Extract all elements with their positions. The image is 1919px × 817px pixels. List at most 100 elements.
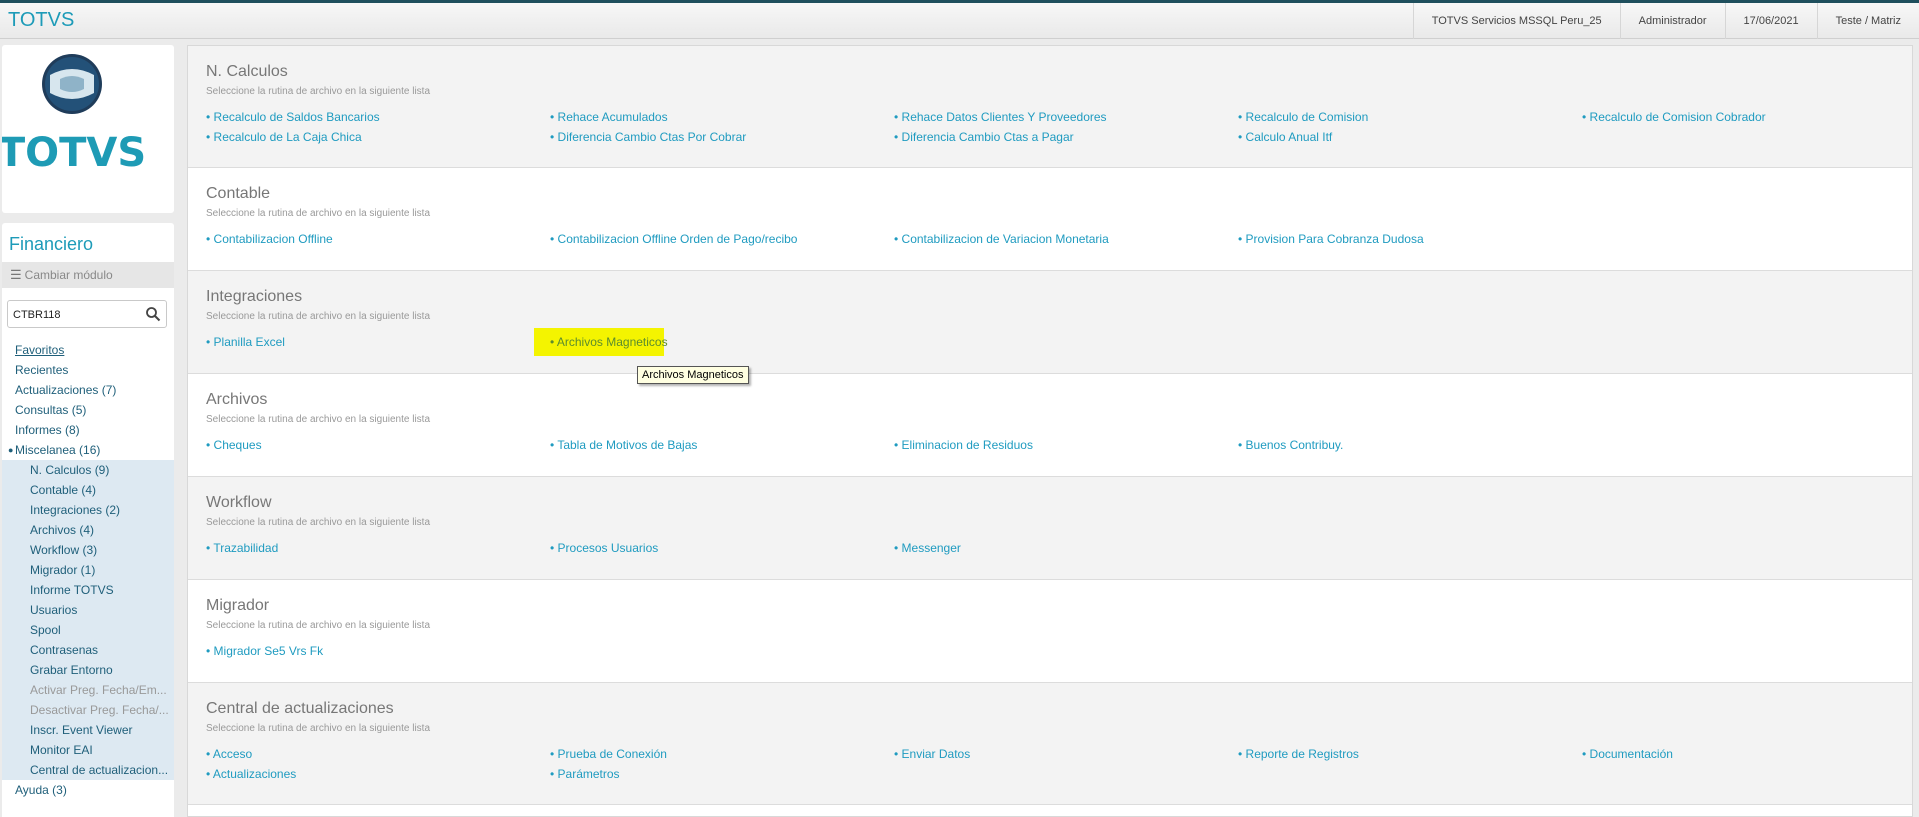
routine-link[interactable]: • Recalculo de Saldos Bancarios	[206, 107, 550, 127]
totvs-logo: TOTVS	[2, 54, 146, 176]
user-label[interactable]: Administrador	[1619, 3, 1725, 39]
section-workflow: Workflow Seleccione la rutina de archivo…	[188, 477, 1912, 580]
search-box	[7, 300, 167, 329]
link-list: • Acceso • Prueba de Conexión • Enviar D…	[206, 744, 1894, 784]
routine-link[interactable]: • Enviar Datos	[894, 744, 1238, 764]
routine-link[interactable]: • Messenger	[894, 538, 1238, 558]
section-contable: Contable Seleccione la rutina de archivo…	[188, 168, 1912, 271]
sidebar-subitem[interactable]: Grabar Entorno	[2, 660, 174, 680]
section-subtitle: Seleccione la rutina de archivo en la si…	[206, 517, 431, 528]
sidebar-subitem[interactable]: Migrador (1)	[2, 560, 174, 580]
sidebar-item-consultas[interactable]: Consultas (5)	[2, 400, 174, 420]
search-input[interactable]	[8, 301, 143, 329]
sidebar-subitem[interactable]: Monitor EAI	[2, 740, 174, 760]
search-icon[interactable]	[145, 306, 161, 322]
sidebar-item-label: Favoritos	[15, 343, 65, 357]
app-title: TOTVS	[8, 9, 75, 31]
section-title: Central de actualizaciones	[206, 700, 394, 717]
sidebar-item-actualizaciones[interactable]: Actualizaciones (7)	[2, 380, 174, 400]
change-module-button[interactable]: ☰ Cambiar módulo	[2, 262, 174, 288]
routine-link[interactable]: • Contabilizacion Offline	[206, 229, 550, 249]
routine-link[interactable]: • Tabla de Motivos de Bajas	[550, 435, 894, 455]
sidebar-item-ayuda[interactable]: Ayuda (3)	[2, 780, 174, 800]
routine-link[interactable]: • Acceso	[206, 744, 550, 764]
logo-text: TOTVS	[2, 130, 146, 176]
routine-link[interactable]: • Recalculo de La Caja Chica	[206, 127, 550, 147]
routine-link[interactable]: • Contabilizacion de Variacion Monetaria	[894, 229, 1238, 249]
link-list: • Migrador Se5 Vrs Fk	[206, 641, 1894, 661]
section-subtitle: Seleccione la rutina de archivo en la si…	[206, 86, 431, 97]
sidebar-item-label: Actualizaciones (7)	[15, 383, 117, 397]
routine-link[interactable]: • Migrador Se5 Vrs Fk	[206, 641, 550, 661]
menu-icon: ☰	[10, 267, 22, 282]
sidebar: Financiero ☰Cambiar módulo Favoritos Rec…	[2, 223, 174, 817]
routine-link[interactable]: • Rehace Acumulados	[550, 107, 894, 127]
section-integraciones: Integraciones Seleccione la rutina de ar…	[188, 271, 1912, 374]
sidebar-subitem[interactable]: Informe TOTVS	[2, 580, 174, 600]
routine-link[interactable]: • Provision Para Cobranza Dudosa	[1238, 229, 1582, 249]
sidebar-subitem[interactable]: N. Calculos (9)	[2, 460, 174, 480]
link-list: • Planilla Excel • Archivos Magneticos	[206, 328, 1894, 356]
sidebar-subitem[interactable]: Integraciones (2)	[2, 500, 174, 520]
sidebar-subitem[interactable]: Archivos (4)	[2, 520, 174, 540]
sidebar-subitem[interactable]: Contrasenas	[2, 640, 174, 660]
sidebar-item-label: Miscelanea (16)	[15, 443, 101, 457]
environment-label[interactable]: TOTVS Servicios MSSQL Peru_25	[1412, 3, 1620, 39]
sidebar-nav: Favoritos Recientes Actualizaciones (7) …	[2, 340, 174, 800]
sidebar-subitem[interactable]: Workflow (3)	[2, 540, 174, 560]
routine-link[interactable]: • Eliminacion de Residuos	[894, 435, 1238, 455]
section-central-actualizaciones: Central de actualizaciones Seleccione la…	[188, 683, 1912, 805]
sidebar-item-informes[interactable]: Informes (8)	[2, 420, 174, 440]
sidebar-subitem[interactable]: Usuarios	[2, 600, 174, 620]
routine-link[interactable]: • Cheques	[206, 435, 550, 455]
sidebar-subitem[interactable]: Spool	[2, 620, 174, 640]
expanded-bullet-icon: ●	[8, 445, 14, 455]
sidebar-item-favoritos[interactable]: Favoritos	[2, 340, 174, 360]
routine-link[interactable]: • Parámetros	[550, 764, 894, 784]
sidebar-subitems: N. Calculos (9) Contable (4) Integracion…	[2, 460, 174, 780]
sidebar-subitem[interactable]: Inscr. Event Viewer	[2, 720, 174, 740]
header-info: TOTVS Servicios MSSQL Peru_25 Administra…	[1412, 3, 1919, 39]
logo-panel: TOTVS	[2, 45, 174, 213]
routine-link[interactable]: • Diferencia Cambio Ctas Por Cobrar	[550, 127, 894, 147]
section-title: Migrador	[206, 597, 270, 614]
section-migrador: Migrador Seleccione la rutina de archivo…	[188, 580, 1912, 683]
section-subtitle: Seleccione la rutina de archivo en la si…	[206, 723, 431, 734]
section-n-calculos: N. Calculos Seleccione la rutina de arch…	[188, 46, 1912, 168]
routine-link[interactable]: • Buenos Contribuy.	[1238, 435, 1582, 455]
date-label[interactable]: 17/06/2021	[1724, 3, 1817, 39]
sidebar-item-label: Consultas (5)	[15, 403, 87, 417]
sidebar-subitem[interactable]: Contable (4)	[2, 480, 174, 500]
routine-link[interactable]: • Documentación	[1582, 744, 1912, 764]
change-module-label: Cambiar módulo	[24, 268, 113, 282]
tooltip: Archivos Magneticos	[637, 366, 749, 384]
routine-link-highlighted[interactable]: • Archivos Magneticos	[534, 328, 668, 356]
sidebar-item-label: Ayuda (3)	[15, 783, 67, 797]
section-title: N. Calculos	[206, 63, 288, 80]
app-header: TOTVS TOTVS Servicios MSSQL Peru_25 Admi…	[0, 3, 1919, 39]
sidebar-item-miscelanea[interactable]: ● Miscelanea (16)	[2, 440, 174, 460]
sidebar-item-label: Informes (8)	[15, 423, 80, 437]
routine-link[interactable]: • Rehace Datos Clientes Y Proveedores	[894, 107, 1238, 127]
routine-link[interactable]: • Recalculo de Comision Cobrador	[1582, 107, 1912, 127]
routine-link[interactable]: • Planilla Excel	[206, 332, 550, 352]
routine-link[interactable]: • Calculo Anual Itf	[1238, 127, 1582, 147]
routine-link[interactable]: • Reporte de Registros	[1238, 744, 1582, 764]
link-list: • Contabilizacion Offline • Contabilizac…	[206, 229, 1894, 249]
section-title: Integraciones	[206, 288, 303, 305]
routine-link[interactable]: • Prueba de Conexión	[550, 744, 894, 764]
routine-link[interactable]: • Recalculo de Comision	[1238, 107, 1582, 127]
section-archivos: Archivos Seleccione la rutina de archivo…	[188, 374, 1912, 477]
routine-link[interactable]: • Contabilizacion Offline Orden de Pago/…	[550, 229, 894, 249]
sidebar-subitem-disabled: Desactivar Preg. Fecha/...	[30, 703, 169, 717]
sidebar-item-recientes[interactable]: Recientes	[2, 360, 174, 380]
routine-link[interactable]: • Diferencia Cambio Ctas a Pagar	[894, 127, 1238, 147]
routine-link[interactable]: • Procesos Usuarios	[550, 538, 894, 558]
module-title: Financiero	[9, 234, 94, 254]
routine-link[interactable]: • Trazabilidad	[206, 538, 550, 558]
routine-link[interactable]: • Actualizaciones	[206, 764, 550, 784]
sidebar-item-label: Recientes	[15, 363, 69, 377]
branch-label[interactable]: Teste / Matriz	[1816, 3, 1919, 39]
sidebar-subitem[interactable]: Central de actualizacion...	[2, 760, 174, 780]
section-title: Workflow	[206, 494, 272, 511]
